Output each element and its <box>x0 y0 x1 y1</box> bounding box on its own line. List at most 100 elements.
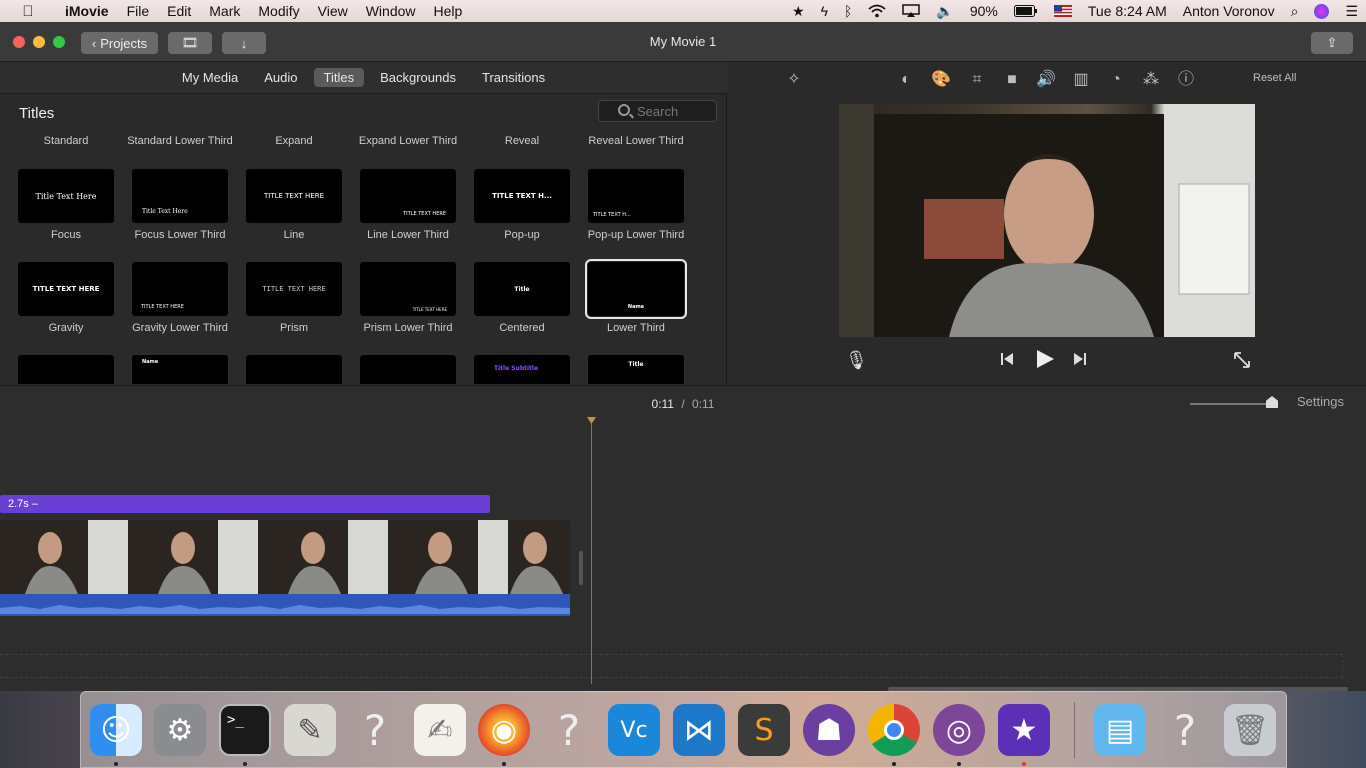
audio-drop-area[interactable] <box>0 654 1343 678</box>
voiceover-mic-icon[interactable]: 🎙 <box>845 350 868 371</box>
star-icon[interactable]: ★ <box>784 0 813 22</box>
menu-app[interactable]: iMovie <box>56 0 118 22</box>
battery-percent[interactable]: 90% <box>962 0 1006 22</box>
color-correction-icon[interactable]: 🎨 <box>931 70 951 90</box>
bluetooth-icon[interactable]: ᛒ <box>836 0 860 22</box>
title-clip[interactable]: 2.7s – <box>0 495 490 513</box>
title-row3-4[interactable] <box>351 355 465 384</box>
terminal-icon[interactable]: >_ <box>219 704 271 756</box>
share-button[interactable]: ⇪ <box>1311 32 1353 54</box>
siri-icon[interactable] <box>1306 3 1337 19</box>
title-centered[interactable]: Title Centered <box>465 262 579 334</box>
unknown-app-icon[interactable]: ? <box>349 704 401 756</box>
tab-my-media[interactable]: My Media <box>172 68 248 87</box>
title-pop-up[interactable]: TITLE TEXT H... Pop-up <box>465 169 579 241</box>
volume-icon[interactable]: 🔊 <box>1036 70 1056 90</box>
title-reveal[interactable]: Reveal <box>465 129 579 147</box>
textedit-icon[interactable]: ✍ <box>414 704 466 756</box>
title-prism[interactable]: TITLE TEXT HERE Prism <box>237 262 351 334</box>
noise-reduction-icon[interactable]: ▥ <box>1071 70 1091 90</box>
chrome-icon[interactable] <box>868 704 920 756</box>
title-label: Expand Lower Third <box>358 135 458 147</box>
menu-view[interactable]: View <box>309 0 357 22</box>
unknown-app-icon[interactable]: ? <box>1159 704 1211 756</box>
firefox-icon[interactable]: ◉ <box>478 704 530 756</box>
speed-icon[interactable]: ◔ <box>1106 70 1126 90</box>
trash-icon[interactable]: 🗑 <box>1224 704 1276 756</box>
menu-help[interactable]: Help <box>425 0 472 22</box>
title-standard[interactable]: Standard <box>9 129 123 147</box>
title-standard-lower-third[interactable]: Standard Lower Third <box>123 129 237 147</box>
search-input[interactable]: Search <box>598 100 717 122</box>
info-icon[interactable]: ⓘ <box>1176 70 1196 90</box>
skip-back-button[interactable] <box>1000 352 1014 371</box>
vscode-icon[interactable]: ⋈ <box>673 704 725 756</box>
apple-menu-icon[interactable]:  <box>0 3 56 20</box>
downloads-folder-icon[interactable]: ▤ <box>1094 704 1146 756</box>
notification-center-icon[interactable]: ☰ <box>1337 0 1366 22</box>
title-expand[interactable]: Expand <box>237 129 351 147</box>
tor-browser-icon[interactable]: ◎ <box>933 704 985 756</box>
running-indicator <box>243 762 247 766</box>
stabilization-icon[interactable]: ■ <box>1002 70 1022 90</box>
tab-backgrounds[interactable]: Backgrounds <box>370 68 466 87</box>
title-row3-3[interactable] <box>237 355 351 384</box>
unknown-app-icon[interactable]: ? <box>543 704 595 756</box>
magic-wand-icon[interactable]: ✧ <box>784 70 804 90</box>
vnc-viewer-icon[interactable]: Vᴄ <box>608 704 660 756</box>
title-expand-lower-third[interactable]: Expand Lower Third <box>351 129 465 147</box>
menu-window[interactable]: Window <box>357 0 425 22</box>
input-source-flag-icon[interactable] <box>1046 5 1080 17</box>
title-lower-third[interactable]: Name Lower Third <box>579 259 693 334</box>
title-focus-lower-third[interactable]: Title Text Here Focus Lower Third <box>123 169 237 241</box>
script-editor-icon[interactable]: ✎ <box>284 704 336 756</box>
tab-titles[interactable]: Titles <box>313 68 365 87</box>
tab-transitions[interactable]: Transitions <box>472 68 555 87</box>
imovie-icon[interactable]: ★ <box>998 704 1050 756</box>
tab-audio[interactable]: Audio <box>254 68 307 87</box>
color-balance-icon[interactable]: ◐ <box>896 70 916 90</box>
skip-forward-button[interactable] <box>1073 352 1087 371</box>
menu-edit[interactable]: Edit <box>158 0 200 22</box>
finder-icon[interactable]: ☺ <box>90 704 142 756</box>
playhead-handle[interactable] <box>587 417 596 424</box>
title-prism-lower-third[interactable]: TITLE TEXT HERE Prism Lower Third <box>351 262 465 334</box>
github-desktop-icon[interactable]: ☗ <box>803 704 855 756</box>
thumb-text: TITLE TEXT HERE <box>32 285 100 293</box>
title-row3-5[interactable]: Title Subtitle <box>465 355 579 384</box>
video-preview[interactable] <box>839 104 1255 337</box>
wifi-icon[interactable] <box>860 4 894 18</box>
title-row3-2[interactable]: Name <box>123 355 237 384</box>
title-reveal-lower-third[interactable]: Reveal Lower Third <box>579 129 693 147</box>
video-clip[interactable] <box>0 520 570 594</box>
user-name[interactable]: Anton Voronov <box>1175 0 1283 22</box>
title-gravity[interactable]: TITLE TEXT HERE Gravity <box>9 262 123 334</box>
menu-mark[interactable]: Mark <box>200 0 249 22</box>
title-focus[interactable]: Title Text Here Focus <box>9 169 123 241</box>
title-gravity-lower-third[interactable]: TITLE TEXT HERE Gravity Lower Third <box>123 262 237 334</box>
system-preferences-icon[interactable]: ⚙ <box>154 704 206 756</box>
playhead-line[interactable] <box>591 419 592 684</box>
battery-icon[interactable] <box>1006 5 1046 17</box>
title-pop-up-lower-third[interactable]: TITLE TEXT H... Pop-up Lower Third <box>579 169 693 241</box>
filter-icon[interactable]: ⁂ <box>1141 70 1161 90</box>
title-line-lower-third[interactable]: TITLE TEXT HERE Line Lower Third <box>351 169 465 241</box>
spotlight-icon[interactable]: ⌕ <box>1283 0 1307 22</box>
crop-icon[interactable]: ⌗ <box>967 70 987 90</box>
menu-file[interactable]: File <box>118 0 159 22</box>
timeline-settings-button[interactable]: Settings <box>1297 394 1344 409</box>
volume-menu-icon[interactable]: 🔈 <box>928 0 961 22</box>
airplay-icon[interactable] <box>894 4 928 18</box>
title-row3-6[interactable]: Title <box>579 355 693 384</box>
reset-all-button[interactable]: Reset All <box>1253 72 1296 84</box>
zoom-slider[interactable] <box>1190 403 1274 405</box>
bolt-icon[interactable]: ϟ <box>813 0 836 22</box>
title-line[interactable]: TITLE TEXT HERE Line <box>237 169 351 241</box>
clip-trim-handle[interactable] <box>579 551 583 585</box>
fullscreen-button[interactable] <box>1233 351 1251 374</box>
menu-modify[interactable]: Modify <box>249 0 308 22</box>
play-button[interactable] <box>1035 349 1055 374</box>
clock[interactable]: Tue 8:24 AM <box>1080 0 1175 22</box>
sublime-text-icon[interactable]: S <box>738 704 790 756</box>
title-row3-1[interactable] <box>9 355 123 384</box>
